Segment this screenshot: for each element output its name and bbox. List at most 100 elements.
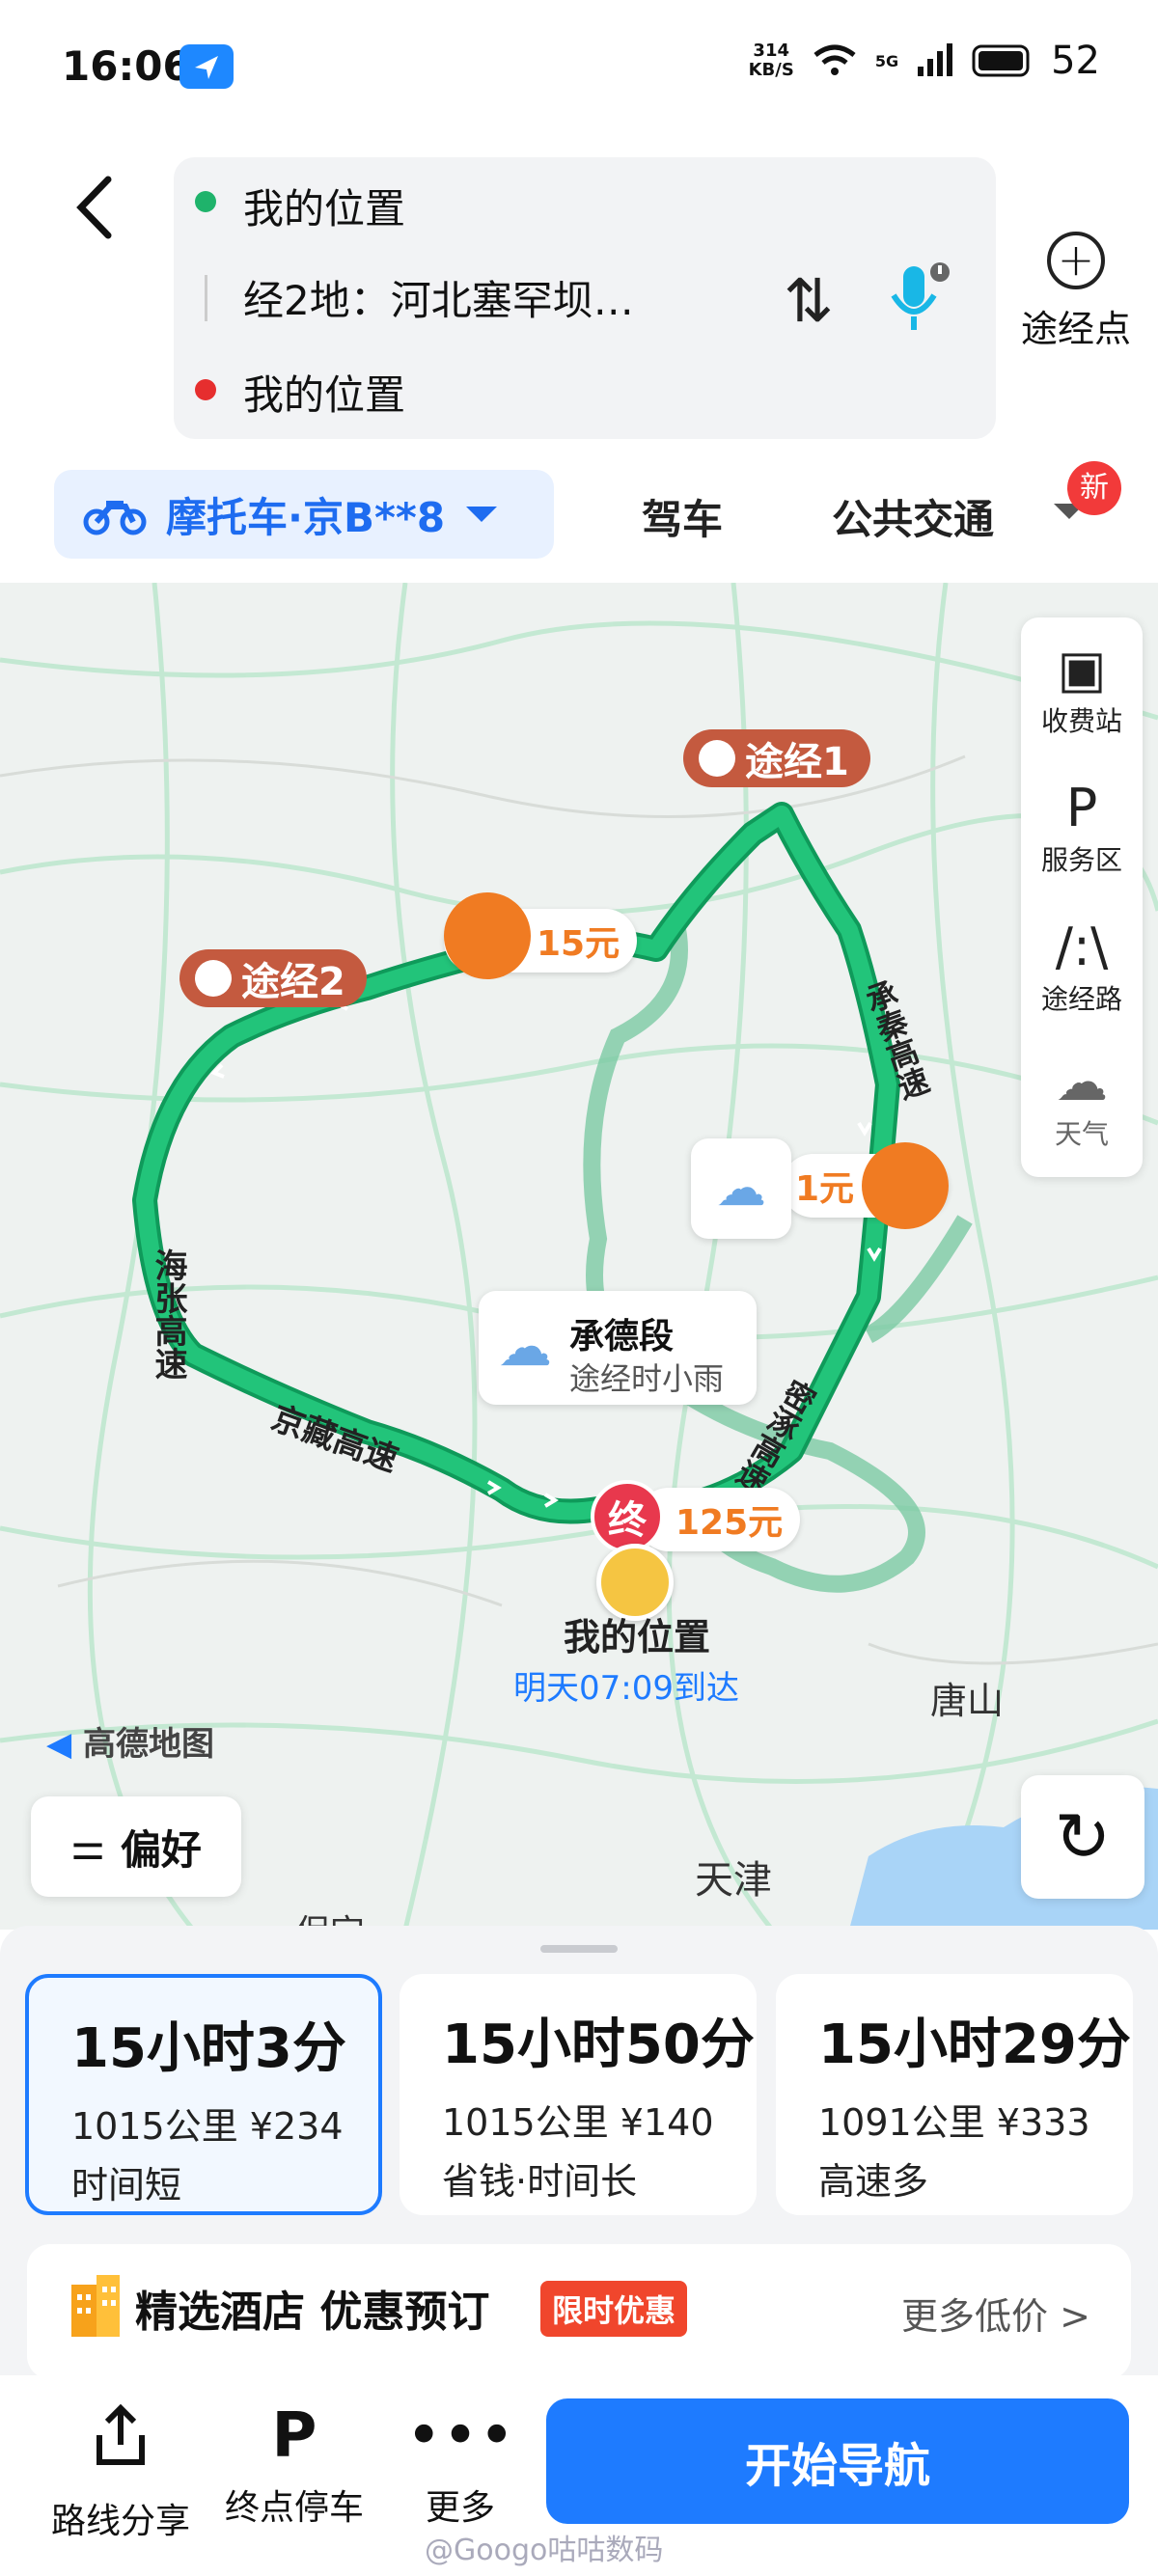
- toll-marker-1[interactable]: 15元: [444, 892, 638, 979]
- waypoint-2-marker[interactable]: 途经2: [179, 949, 367, 1007]
- route-info: 1015公里 ¥234: [71, 2105, 344, 2148]
- route-time: 15小时29分: [818, 2014, 1131, 2076]
- end-dot-icon: [195, 379, 216, 400]
- more-button[interactable]: ••• 更多: [388, 2402, 533, 2530]
- road-label-haizhang: 海张高速: [149, 1248, 187, 1380]
- battery-level: 52: [1051, 39, 1100, 83]
- route-tag: 时间短: [71, 2164, 182, 2206]
- preference-label: 偏好: [120, 1825, 202, 1874]
- route-tag: 省钱·时间长: [442, 2160, 638, 2203]
- route-time: 15小时3分: [71, 2017, 346, 2080]
- parking-icon: P: [271, 2400, 317, 2472]
- share-label: 路线分享: [50, 2502, 190, 2541]
- hotel-title: 精选酒店 优惠预订: [135, 2288, 490, 2337]
- route-card-3[interactable]: 15小时29分 1091公里 ¥333 高速多: [776, 1974, 1133, 2215]
- status-right: 314 KB/S 5G 52: [749, 39, 1100, 83]
- start-input[interactable]: 我的位置: [243, 177, 405, 235]
- side-toll-label: 收费站: [1040, 705, 1122, 737]
- hotel-more-link[interactable]: 更多低价 >: [901, 2287, 1090, 2340]
- signal-icon: [918, 43, 953, 76]
- new-badge: 新: [1067, 461, 1121, 515]
- hotel-building-icon: [68, 2275, 124, 2337]
- route-input-box: 我的位置 经2地：河北塞罕坝… 我的位置: [174, 157, 996, 439]
- route-card-1[interactable]: 15小时3分 1015公里 ¥234 时间短: [25, 1974, 382, 2215]
- start-navigation-button[interactable]: 开始导航: [546, 2398, 1129, 2524]
- end-parking-button[interactable]: P 终点停车: [222, 2402, 367, 2530]
- side-via-road[interactable]: /:\ 途经路: [1021, 917, 1143, 1017]
- status-time: 16:06: [62, 42, 191, 90]
- battery-icon: [972, 44, 1030, 77]
- weather-desc: 途经时小雨: [569, 1360, 725, 1397]
- side-road-label: 途经路: [1040, 983, 1122, 1015]
- waypoint-divider: [205, 275, 207, 321]
- sliders-icon: ⚌: [70, 1824, 105, 1869]
- caret-down-icon: [466, 507, 498, 522]
- start-dot-icon: [195, 191, 216, 212]
- waypoint-input[interactable]: 经2地：河北塞罕坝…: [243, 268, 634, 327]
- toll-2-label: 1元: [795, 1169, 855, 1209]
- parking-cup-icon: P: [1065, 778, 1098, 838]
- weather-card[interactable]: ☁ 承德段 途经时小雨: [479, 1291, 757, 1405]
- toll-station-icon: [444, 892, 531, 979]
- mode-selected-label: 摩托车·京B**8: [166, 493, 446, 541]
- toll-station-icon: ▣: [1057, 639, 1107, 699]
- motorcycle-icon: [83, 501, 147, 535]
- mode-selected-motorcycle[interactable]: 摩托车·京B**8: [54, 470, 554, 559]
- net-speed: 314 KB/S: [748, 41, 794, 80]
- toll-station-icon: [862, 1142, 950, 1229]
- refresh-icon: ↻: [1054, 1797, 1112, 1877]
- hotel-badge: 限时优惠: [540, 2281, 688, 2337]
- cloud-icon: ☁: [1056, 1052, 1108, 1112]
- map-logo: ◀ 高德地图: [46, 1725, 214, 1764]
- my-location-label: 我的位置: [564, 1616, 711, 1658]
- waypoint-1-marker[interactable]: 途经1: [683, 729, 870, 787]
- side-weather[interactable]: ☁ 天气: [1021, 1052, 1143, 1152]
- watermark: @Googo咕咕数码: [425, 2534, 664, 2567]
- waypoint-1-label: 途经1: [745, 740, 849, 784]
- add-waypoint-label: 途经点: [1020, 308, 1131, 350]
- more-dots-icon: •••: [405, 2400, 515, 2472]
- city-label-tianjin: 天津: [695, 1858, 772, 1903]
- chevron-left-icon: [76, 176, 112, 239]
- side-weather-label: 天气: [1054, 1118, 1109, 1150]
- end-marker[interactable]: 终: [591, 1480, 664, 1553]
- route-time: 15小时50分: [442, 2014, 755, 2076]
- signal-label: 5G: [874, 51, 899, 70]
- amap-logo-icon: ◀: [46, 1725, 72, 1764]
- waypoint-2-label: 途经2: [241, 960, 345, 1004]
- swap-icon[interactable]: ⇅: [784, 265, 834, 336]
- sheet-handle[interactable]: [540, 1945, 618, 1953]
- side-toll-station[interactable]: ▣ 收费站: [1021, 639, 1143, 739]
- toll-3-label: 125元: [676, 1503, 784, 1543]
- refresh-button[interactable]: ↻: [1021, 1775, 1144, 1899]
- add-waypoint-button[interactable]: + 途经点: [1013, 232, 1139, 352]
- parking-label: 终点停车: [224, 2488, 364, 2528]
- road-icon: /:\: [1055, 917, 1109, 977]
- tab-drive[interactable]: 驾车: [642, 487, 723, 546]
- arrival-time: 明天07:09到达: [513, 1669, 739, 1708]
- rain-cloud-icon: ☁: [498, 1316, 552, 1379]
- plus-icon: +: [1047, 232, 1105, 289]
- side-service-label: 服务区: [1040, 844, 1122, 876]
- side-service-area[interactable]: P 服务区: [1021, 778, 1143, 878]
- route-info: 1015公里 ¥140: [442, 2101, 714, 2144]
- back-button[interactable]: [68, 174, 125, 241]
- tab-transit[interactable]: 公共交通: [832, 487, 994, 546]
- route-info: 1091公里 ¥333: [818, 2101, 1090, 2144]
- route-tag: 高速多: [818, 2160, 929, 2203]
- route-card-2[interactable]: 15小时50分 1015公里 ¥140 省钱·时间长: [400, 1974, 757, 2215]
- toll-gate-icon: [195, 960, 232, 997]
- preference-button[interactable]: ⚌ 偏好: [31, 1796, 241, 1897]
- share-route-button[interactable]: 路线分享: [48, 2402, 193, 2543]
- toll-marker-2[interactable]: 1元: [782, 1142, 950, 1229]
- toll-1-label: 15元: [537, 924, 620, 964]
- weather-title: 承德段: [569, 1317, 675, 1357]
- toll-gate-icon: [699, 740, 735, 777]
- map-side-panel: ▣ 收费站 P 服务区 /:\ 途经路 ☁ 天气: [1021, 617, 1143, 1177]
- more-label: 更多: [425, 2488, 495, 2528]
- share-icon: [48, 2402, 193, 2483]
- voice-icon[interactable]: [886, 260, 950, 338]
- weather-rain-icon[interactable]: ☁: [691, 1138, 791, 1239]
- end-input[interactable]: 我的位置: [243, 363, 405, 422]
- city-label-tangshan: 唐山: [930, 1680, 1005, 1722]
